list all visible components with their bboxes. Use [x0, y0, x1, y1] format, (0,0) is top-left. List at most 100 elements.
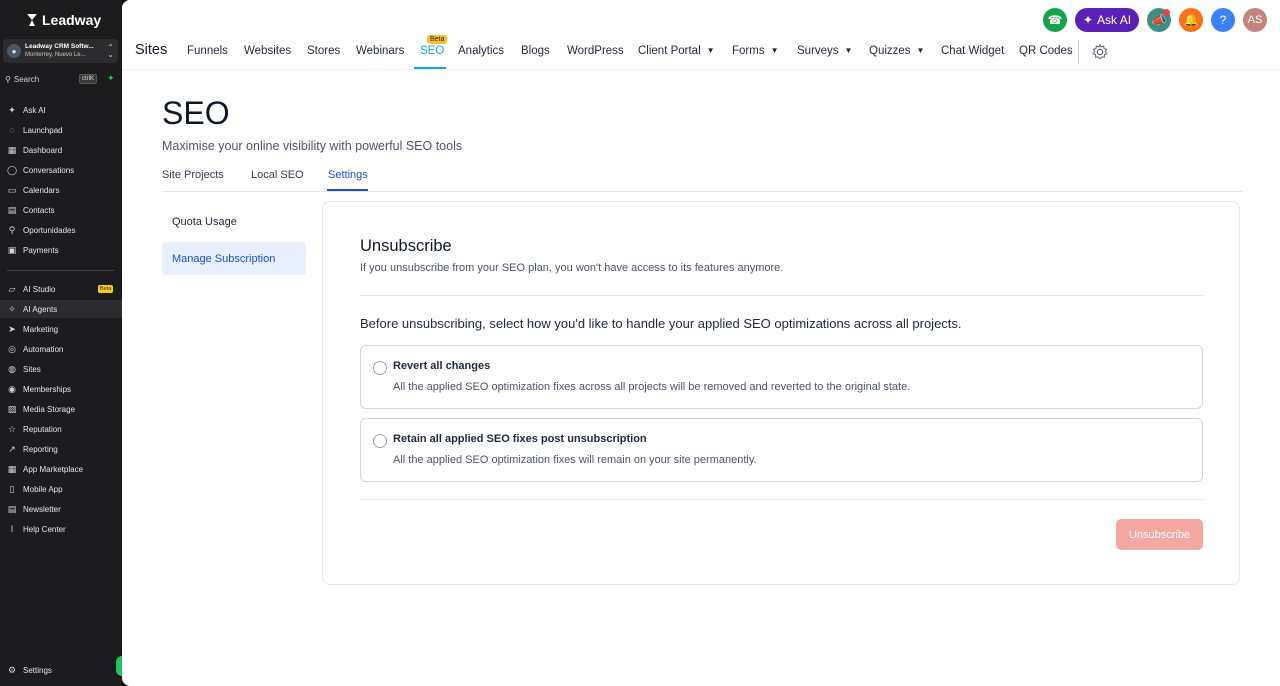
sidebar-item-dashboard[interactable]: ▦ Dashboard	[7, 143, 119, 157]
sidebar-item-conversations[interactable]: ◯ Conversations	[7, 163, 119, 177]
topnav-label: Webinars	[356, 45, 405, 57]
help-icon[interactable]: ?	[1211, 8, 1235, 32]
option-title: Retain all applied SEO fixes post unsubs…	[393, 433, 647, 445]
chevron-down-icon: ▼	[770, 46, 779, 55]
send-icon: ➤	[8, 323, 16, 334]
topnav-label: Surveys	[797, 45, 839, 57]
topnav-funnels[interactable]: Funnels	[187, 45, 228, 57]
topnav-seo[interactable]: SEO	[420, 45, 444, 57]
topnav-webinars[interactable]: Webinars	[356, 45, 404, 57]
settings-menu-quota-usage[interactable]: Quota Usage	[162, 205, 306, 238]
tab-local-seo[interactable]: Local SEO	[251, 169, 304, 181]
active-nav-underline	[414, 67, 446, 69]
settings-gear-icon[interactable]	[1091, 43, 1109, 61]
sidebar-item-reputation[interactable]: ☆ Reputation	[7, 422, 119, 436]
agents-icon: ✧	[8, 303, 16, 314]
quick-action-icon[interactable]: ✦	[107, 73, 115, 84]
topnav-label: Websites	[244, 45, 292, 57]
avatar-initials: AS	[1247, 14, 1263, 26]
sidebar-item-automation[interactable]: ◎ Automation	[7, 342, 119, 356]
sidebar-item-label: AI Studio	[23, 284, 56, 294]
sidebar-item-payments[interactable]: ▣ Payments	[7, 243, 119, 257]
tab-settings[interactable]: Settings	[328, 169, 368, 181]
sidebar-item-label: Launchpad	[23, 125, 63, 135]
topnav-forms[interactable]: Forms ▼	[732, 45, 779, 57]
rocket-icon: ◌	[9, 125, 15, 135]
contacts-icon: ▤	[7, 204, 17, 215]
gear-icon: ⚙	[7, 664, 17, 675]
page-subtitle: Maximise your online visibility with pow…	[162, 139, 463, 153]
radio-button[interactable]	[373, 434, 387, 448]
topnav-qr-codes[interactable]: QR Codes	[1019, 45, 1073, 57]
unsubscribe-question: Before unsubscribing, select how you'd l…	[360, 316, 962, 331]
calendar-icon: ▭	[7, 184, 17, 195]
sidebar-item-label: Reputation	[23, 424, 62, 434]
sidebar-item-memberships[interactable]: ◉ Memberships	[7, 382, 119, 396]
topnav-chat-widget[interactable]: Chat Widget	[941, 45, 1004, 57]
sidebar-item-marketing[interactable]: ➤ Marketing	[7, 322, 119, 336]
bell-icon[interactable]: 🔔	[1179, 8, 1203, 32]
sidebar-item-newsletter[interactable]: ▤ Newsletter	[7, 502, 119, 516]
globe-icon: ◍	[8, 363, 16, 374]
sidebar-item-app-marketplace[interactable]: ▦ App Marketplace	[7, 462, 119, 476]
sidebar-item-media-storage[interactable]: ▨ Media Storage	[7, 402, 119, 416]
sidebar-item-ask-ai[interactable]: ✦ Ask AI	[7, 103, 119, 117]
sparkle-icon: ✦	[8, 104, 16, 115]
apps-icon: ▦	[7, 463, 17, 474]
option-description: All the applied SEO optimization fixes a…	[393, 381, 911, 393]
topnav-analytics[interactable]: Analytics	[458, 45, 504, 57]
topnav-stores[interactable]: Stores	[307, 45, 340, 57]
topnav-blogs[interactable]: Blogs	[521, 45, 550, 57]
sidebar-item-label: Newsletter	[23, 504, 61, 514]
topnav-client-portal[interactable]: Client Portal ▼	[638, 45, 715, 57]
sidebar-item-label: Memberships	[23, 384, 72, 394]
tab-site-projects[interactable]: Site Projects	[162, 169, 224, 181]
sidebar-item-settings[interactable]: ⚙ Settings	[7, 663, 119, 677]
page-title: SEO	[162, 95, 230, 131]
topnav-surveys[interactable]: Surveys ▼	[797, 45, 852, 57]
topnav-quizzes[interactable]: Quizzes ▼	[869, 45, 924, 57]
chart-icon: ↗	[8, 443, 16, 454]
ask-ai-button[interactable]: ✦ Ask AI	[1075, 8, 1139, 32]
chevron-down-icon: ▼	[844, 46, 853, 55]
radio-button[interactable]	[373, 361, 387, 375]
sidebar: Leadway ● Leadway CRM Softw... Monterrey…	[0, 0, 122, 686]
sidebar-item-ai-agents[interactable]: ✧ AI Agents	[0, 300, 122, 318]
topnav-label: Quizzes	[869, 45, 911, 57]
seo-beta-badge: Beta	[427, 35, 448, 44]
logo[interactable]: Leadway	[26, 11, 101, 29]
chevron-down-icon: ▼	[706, 46, 715, 55]
automation-icon: ◎	[8, 343, 16, 354]
topnav-websites[interactable]: Websites	[244, 45, 291, 57]
section-title: Sites	[135, 42, 168, 58]
unsubscribe-card: Unsubscribe If you unsubscribe from your…	[322, 201, 1240, 585]
sidebar-item-calendars[interactable]: ▭ Calendars	[7, 183, 119, 197]
sidebar-item-label: Automation	[23, 344, 64, 354]
filter-icon: ⚲	[8, 224, 16, 235]
sidebar-item-help-center[interactable]: ǀ Help Center	[7, 522, 119, 536]
phone-icon[interactable]: ☎	[1043, 8, 1067, 32]
topnav-label: Analytics	[458, 45, 505, 57]
sidebar-item-label: AI Agents	[23, 304, 58, 314]
unsubscribe-button[interactable]: Unsubscribe	[1116, 519, 1203, 550]
settings-menu-manage-subscription[interactable]: Manage Subscription	[162, 242, 306, 275]
sidebar-search[interactable]: ⚲ Search ctrlK ✦	[5, 73, 117, 85]
sidebar-item-label: Sites	[23, 364, 41, 374]
sidebar-item-oportunidades[interactable]: ⚲ Oportunidades	[7, 223, 119, 237]
user-avatar[interactable]: AS	[1243, 8, 1267, 32]
topnav-label: Stores	[307, 45, 341, 57]
sidebar-item-label: App Marketplace	[23, 464, 84, 474]
sidebar-item-contacts[interactable]: ▤ Contacts	[7, 203, 119, 217]
sparkle-icon: ✦	[1082, 13, 1094, 27]
account-switcher[interactable]: ● Leadway CRM Softw... Monterrey, Nuevo …	[3, 39, 118, 63]
sidebar-item-label: Payments	[23, 245, 59, 255]
sidebar-item-sites[interactable]: ◍ Sites	[7, 362, 119, 376]
image-icon: ▨	[7, 403, 17, 414]
sidebar-item-launchpad[interactable]: ◌ Launchpad	[7, 123, 119, 137]
sidebar-item-mobile-app[interactable]: ▯ Mobile App	[7, 482, 119, 496]
option-retain-fixes[interactable]: Retain all applied SEO fixes post unsubs…	[360, 418, 1203, 482]
option-revert-all[interactable]: Revert all changes All the applied SEO o…	[360, 345, 1203, 409]
ai-studio-icon: ▱	[8, 283, 16, 294]
sidebar-item-reporting[interactable]: ↗ Reporting	[7, 442, 119, 456]
topnav-wordpress[interactable]: WordPress	[567, 45, 624, 57]
